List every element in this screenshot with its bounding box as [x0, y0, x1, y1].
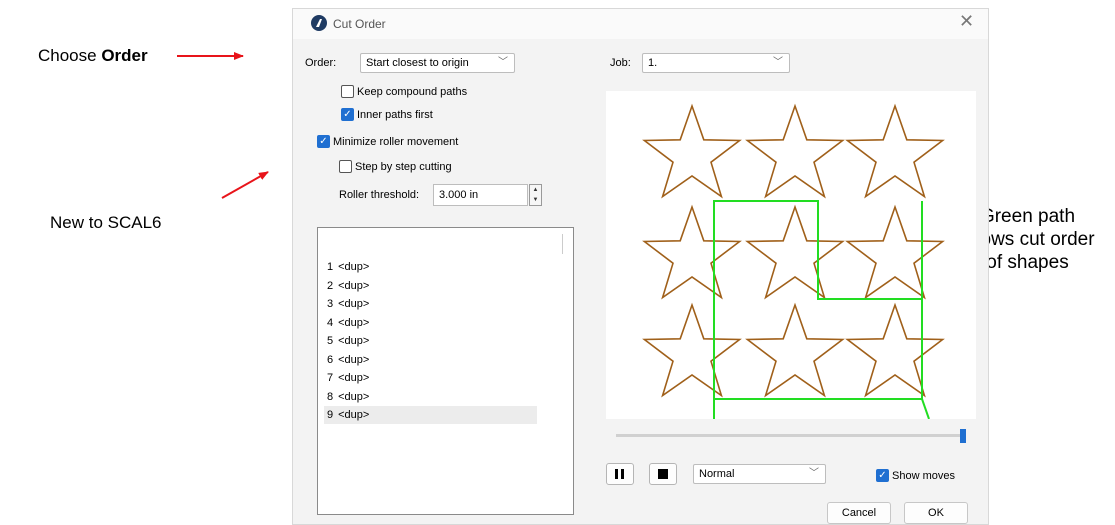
- progress-slider-track[interactable]: [616, 434, 961, 437]
- list-item-number: 8: [327, 390, 334, 403]
- minimize-roller-checkbox[interactable]: ✓ Minimize roller movement: [317, 135, 458, 148]
- checkmark-icon[interactable]: ✓: [876, 469, 889, 482]
- cut-path-exit-line: [921, 398, 930, 420]
- title-bar: Cut Order ✕: [293, 9, 988, 39]
- stepper-up-icon[interactable]: ▲: [530, 185, 541, 195]
- list-item[interactable]: 5 <dup>: [327, 332, 537, 350]
- star-shape: [642, 302, 742, 398]
- cut-path-line: [713, 200, 923, 419]
- choose-order-prefix: Choose: [38, 46, 102, 65]
- show-moves-label: Show moves: [892, 469, 955, 482]
- list-item-name: <dup>: [338, 390, 370, 403]
- star-shape: [745, 302, 845, 398]
- keep-compound-paths-checkbox[interactable]: Keep compound paths: [341, 85, 467, 98]
- list-item[interactable]: 1 <dup>: [327, 258, 537, 276]
- new-to-scal6-annotation: New to SCAL6: [50, 213, 162, 232]
- roller-threshold-stepper[interactable]: ▲ ▼: [529, 184, 542, 206]
- list-item[interactable]: 3 <dup>: [327, 295, 537, 313]
- job-label: Job:: [610, 57, 631, 69]
- list-item-name: <dup>: [338, 353, 370, 366]
- job-dropdown-value: 1.: [648, 57, 658, 69]
- list-item-number: 9: [327, 409, 334, 421]
- star-shape: [745, 204, 845, 300]
- star-shape: [845, 302, 945, 398]
- step-by-step-checkbox[interactable]: Step by step cutting: [339, 160, 452, 173]
- speed-dropdown[interactable]: Normal ﹀: [693, 464, 826, 484]
- list-item-name: <dup>: [338, 261, 370, 273]
- star-shape: [845, 103, 945, 199]
- list-item[interactable]: 4 <dup>: [327, 314, 537, 332]
- list-item-number: 5: [327, 335, 334, 347]
- list-item-number: 4: [327, 316, 334, 329]
- list-item-number: 3: [327, 298, 334, 310]
- inner-paths-first-label: Inner paths first: [357, 108, 433, 121]
- job-dropdown[interactable]: 1. ﹀: [642, 53, 790, 73]
- list-item-number: 6: [327, 353, 334, 366]
- list-item-name: <dup>: [338, 335, 370, 347]
- stop-button[interactable]: [649, 463, 677, 485]
- choose-order-annotation: Choose Order: [38, 46, 148, 66]
- roller-threshold-input[interactable]: 3.000 in: [433, 184, 528, 206]
- list-item-number: 7: [327, 372, 334, 384]
- dialog-title: Cut Order: [333, 17, 386, 31]
- minimize-roller-label: Minimize roller movement: [333, 135, 459, 148]
- step-by-step-label: Step by step cutting: [355, 160, 452, 173]
- list-item[interactable]: 2 <dup>: [327, 277, 537, 295]
- checkmark-icon[interactable]: ✓: [341, 108, 354, 121]
- chevron-down-icon: ﹀: [809, 468, 819, 479]
- order-dropdown-value: Start closest to origin: [366, 57, 469, 69]
- app-logo-icon: [311, 15, 327, 31]
- list-item-name: <dup>: [338, 279, 370, 292]
- list-item[interactable]: 7 <dup>: [327, 369, 537, 387]
- chevron-down-icon: ﹀: [773, 57, 783, 68]
- list-item-name: <dup>: [338, 298, 370, 310]
- star-shape: [845, 204, 945, 300]
- list-item[interactable]: 9 <dup>: [324, 406, 537, 424]
- star-shape: [745, 103, 845, 199]
- checkbox-box[interactable]: [339, 160, 352, 173]
- list-item-number: 1: [327, 261, 334, 273]
- choose-order-bold: Order: [101, 46, 148, 65]
- chevron-down-icon: ﹀: [498, 57, 508, 68]
- speed-dropdown-value: Normal: [699, 468, 735, 480]
- list-item-name: <dup>: [338, 372, 370, 384]
- cancel-button[interactable]: Cancel: [827, 502, 891, 524]
- list-item-name: <dup>: [338, 316, 370, 329]
- pause-button[interactable]: [606, 463, 634, 485]
- cut-order-dialog: Cut Order ✕ Order: Start closest to orig…: [292, 8, 989, 525]
- order-dropdown[interactable]: Start closest to origin ﹀: [360, 53, 515, 73]
- star-shape: [642, 204, 742, 300]
- ok-button[interactable]: OK: [904, 502, 968, 524]
- roller-threshold-label: Roller threshold:: [339, 189, 420, 201]
- new-feature-arrow: [221, 171, 269, 199]
- list-column-divider: [562, 234, 563, 254]
- list-item-name: <dup>: [338, 409, 370, 421]
- inner-paths-first-checkbox[interactable]: ✓ Inner paths first: [341, 108, 433, 121]
- close-icon[interactable]: ✕: [959, 11, 974, 32]
- stepper-down-icon[interactable]: ▼: [530, 195, 541, 205]
- show-moves-checkbox[interactable]: ✓ Show moves: [876, 469, 955, 482]
- keep-compound-paths-label: Keep compound paths: [357, 85, 468, 98]
- checkmark-icon[interactable]: ✓: [317, 135, 330, 148]
- list-item[interactable]: 8 <dup>: [327, 388, 537, 406]
- path-list[interactable]: 1 <dup> 2 <dup> 3 <dup> 4 <dup> 5 <dup> 6 <dup> 7 <du…: [317, 227, 574, 515]
- star-shape: [642, 103, 742, 199]
- cut-order-preview: [606, 91, 976, 420]
- progress-slider-thumb[interactable]: [960, 429, 966, 443]
- list-item-number: 2: [327, 279, 334, 292]
- order-label: Order:: [305, 57, 337, 69]
- list-item[interactable]: 6 <dup>: [327, 351, 537, 369]
- checkbox-box[interactable]: [341, 85, 354, 98]
